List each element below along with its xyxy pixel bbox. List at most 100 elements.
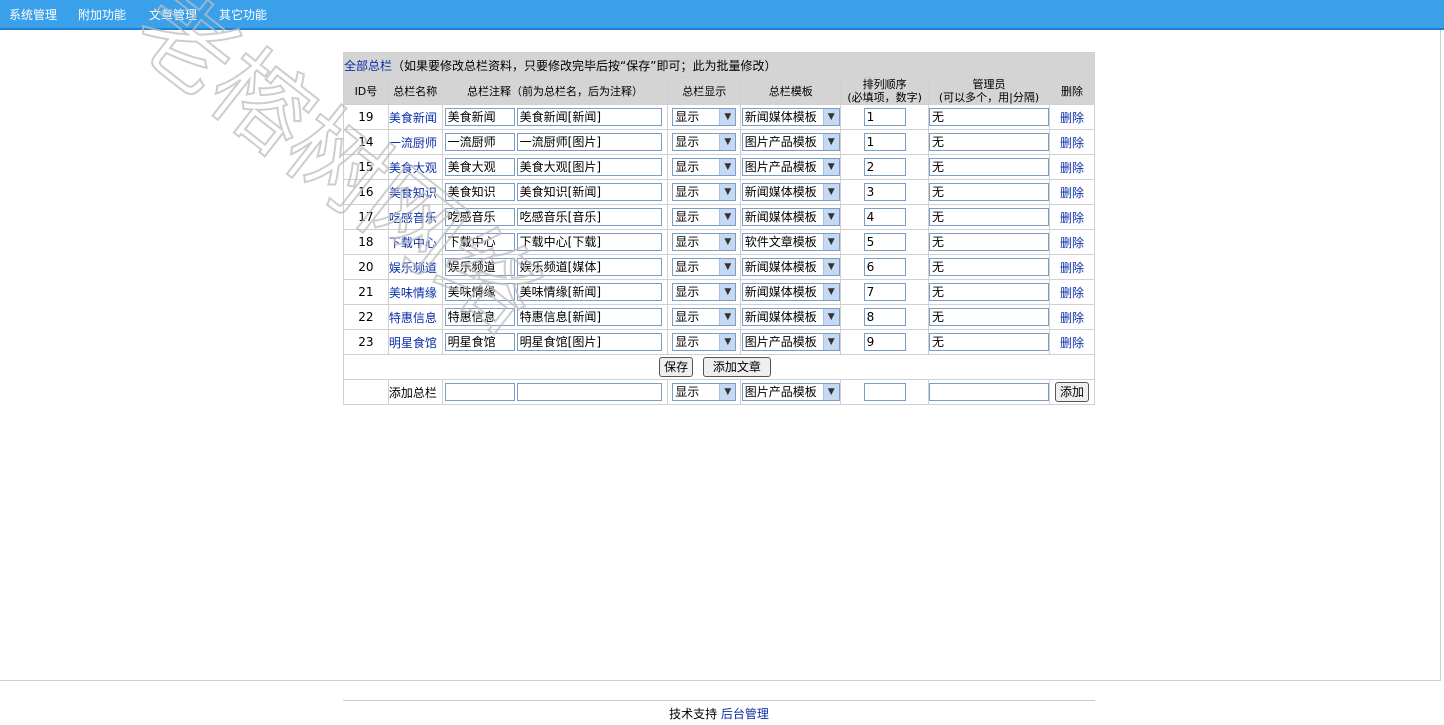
- row-name-link[interactable]: 娱乐频道: [389, 261, 437, 275]
- chevron-down-icon: ▼: [719, 134, 736, 150]
- row-show-select[interactable]: 显示 ▼: [672, 158, 737, 176]
- row-note-input[interactable]: 下载中心[下载]: [516, 233, 662, 251]
- add-template-select[interactable]: 图片产品模板 ▼: [741, 383, 840, 401]
- row-name-link[interactable]: 吃感音乐: [389, 211, 437, 225]
- row-delete-link[interactable]: 删除: [1060, 236, 1084, 250]
- row-short-name-input[interactable]: 美食知识: [444, 183, 515, 201]
- row-admin-input[interactable]: 无: [929, 308, 1050, 326]
- row-order-input[interactable]: 3: [863, 183, 906, 201]
- row-short-name-input[interactable]: 特惠信息: [444, 308, 515, 326]
- row-order-input[interactable]: 2: [863, 158, 906, 176]
- row-template-select[interactable]: 软件文章模板 ▼: [741, 233, 840, 251]
- row-note-input[interactable]: 娱乐频道[媒体]: [516, 258, 662, 276]
- add-admin-input[interactable]: [929, 383, 1050, 401]
- row-admin-input[interactable]: 无: [929, 333, 1050, 351]
- chevron-down-icon: ▼: [719, 159, 736, 175]
- row-admin-input[interactable]: 无: [929, 158, 1050, 176]
- row-short-name-input[interactable]: 娱乐频道: [444, 258, 515, 276]
- row-delete-link[interactable]: 删除: [1060, 261, 1084, 275]
- row-order-input[interactable]: 9: [863, 333, 906, 351]
- row-show-select[interactable]: 显示 ▼: [672, 333, 737, 351]
- table-caption: 全部总栏（如果要修改总栏资料，只要修改完毕后按“保存”即可；此为批量修改）: [343, 52, 1095, 78]
- row-show-select[interactable]: 显示 ▼: [672, 283, 737, 301]
- row-note-input[interactable]: 明星食馆[图片]: [516, 333, 662, 351]
- row-name-link[interactable]: 美食知识: [389, 186, 437, 200]
- row-delete-link[interactable]: 删除: [1060, 161, 1084, 175]
- add-article-button[interactable]: 添加文章: [702, 357, 771, 377]
- row-order-input[interactable]: 7: [863, 283, 906, 301]
- row-note-input[interactable]: 吃感音乐[音乐]: [516, 208, 662, 226]
- header-delete: 删除: [1049, 77, 1095, 105]
- row-short-name-input[interactable]: 下载中心: [444, 233, 515, 251]
- nav-other-functions[interactable]: 其它功能: [219, 6, 267, 23]
- row-admin-input[interactable]: 无: [929, 283, 1050, 301]
- row-template-select[interactable]: 新闻媒体模板 ▼: [741, 108, 840, 126]
- add-note-input[interactable]: [516, 383, 662, 401]
- row-show-select[interactable]: 显示 ▼: [672, 183, 737, 201]
- row-note-input[interactable]: 美食大观[图片]: [516, 158, 662, 176]
- row-delete-link[interactable]: 删除: [1060, 311, 1084, 325]
- row-short-name-input[interactable]: 一流厨师: [444, 133, 515, 151]
- row-order-input[interactable]: 5: [863, 233, 906, 251]
- nav-extra-functions[interactable]: 附加功能: [78, 6, 126, 23]
- row-short-name-input[interactable]: 明星食馆: [444, 333, 515, 351]
- row-show-select[interactable]: 显示 ▼: [672, 108, 737, 126]
- row-name-link[interactable]: 下载中心: [389, 236, 437, 250]
- row-id: 23: [343, 329, 389, 355]
- row-show-select[interactable]: 显示 ▼: [672, 258, 737, 276]
- row-delete-link[interactable]: 删除: [1060, 186, 1084, 200]
- row-order-input[interactable]: 8: [863, 308, 906, 326]
- row-name-link[interactable]: 美食新闻: [389, 111, 437, 125]
- save-button[interactable]: 保存: [659, 357, 694, 377]
- row-admin-input[interactable]: 无: [929, 133, 1050, 151]
- row-short-name-input[interactable]: 美食大观: [444, 158, 515, 176]
- row-note-input[interactable]: 一流厨师[图片]: [516, 133, 662, 151]
- row-name-link[interactable]: 美食大观: [389, 161, 437, 175]
- row-show-select[interactable]: 显示 ▼: [672, 208, 737, 226]
- row-delete-link[interactable]: 删除: [1060, 111, 1084, 125]
- row-note-input[interactable]: 特惠信息[新闻]: [516, 308, 662, 326]
- row-template-select[interactable]: 图片产品模板 ▼: [741, 133, 840, 151]
- nav-article-management[interactable]: 文章管理: [149, 6, 197, 23]
- row-delete-link[interactable]: 删除: [1060, 336, 1084, 350]
- row-note-input[interactable]: 美食知识[新闻]: [516, 183, 662, 201]
- row-admin-input[interactable]: 无: [929, 208, 1050, 226]
- row-order-input[interactable]: 4: [863, 208, 906, 226]
- nav-system-management[interactable]: 系统管理: [9, 6, 57, 23]
- row-template-select[interactable]: 新闻媒体模板 ▼: [741, 208, 840, 226]
- row-delete-link[interactable]: 删除: [1060, 211, 1084, 225]
- row-delete-link[interactable]: 删除: [1060, 136, 1084, 150]
- add-button[interactable]: 添加: [1055, 382, 1090, 402]
- row-admin-input[interactable]: 无: [929, 108, 1050, 126]
- row-short-name-input[interactable]: 美味情缘: [444, 283, 515, 301]
- all-categories-link[interactable]: 全部总栏: [344, 59, 392, 73]
- row-name-link[interactable]: 美味情缘: [389, 286, 437, 300]
- row-template-select[interactable]: 图片产品模板 ▼: [741, 158, 840, 176]
- row-short-name-input[interactable]: 美食新闻: [444, 108, 515, 126]
- row-template-select[interactable]: 新闻媒体模板 ▼: [741, 183, 840, 201]
- add-show-select[interactable]: 显示 ▼: [672, 383, 737, 401]
- row-order-input[interactable]: 1: [863, 108, 906, 126]
- row-order-input[interactable]: 1: [863, 133, 906, 151]
- row-template-select[interactable]: 新闻媒体模板 ▼: [741, 283, 840, 301]
- row-note-input[interactable]: 美食新闻[新闻]: [516, 108, 662, 126]
- row-template-select[interactable]: 新闻媒体模板 ▼: [741, 258, 840, 276]
- row-admin-input[interactable]: 无: [929, 233, 1050, 251]
- footer-admin-link[interactable]: 后台管理: [721, 707, 769, 721]
- row-name-link[interactable]: 一流厨师: [389, 136, 437, 150]
- row-name-link[interactable]: 特惠信息: [389, 311, 437, 325]
- row-template-select[interactable]: 图片产品模板 ▼: [741, 333, 840, 351]
- add-order-input[interactable]: [863, 383, 906, 401]
- row-name-link[interactable]: 明星食馆: [389, 336, 437, 350]
- row-show-select[interactable]: 显示 ▼: [672, 133, 737, 151]
- row-short-name-input[interactable]: 吃感音乐: [444, 208, 515, 226]
- row-template-select[interactable]: 新闻媒体模板 ▼: [741, 308, 840, 326]
- row-admin-input[interactable]: 无: [929, 258, 1050, 276]
- add-short-name-input[interactable]: [444, 383, 515, 401]
- row-admin-input[interactable]: 无: [929, 183, 1050, 201]
- row-note-input[interactable]: 美味情缘[新闻]: [516, 283, 662, 301]
- row-order-input[interactable]: 6: [863, 258, 906, 276]
- row-show-select[interactable]: 显示 ▼: [672, 308, 737, 326]
- row-show-select[interactable]: 显示 ▼: [672, 233, 737, 251]
- row-delete-link[interactable]: 删除: [1060, 286, 1084, 300]
